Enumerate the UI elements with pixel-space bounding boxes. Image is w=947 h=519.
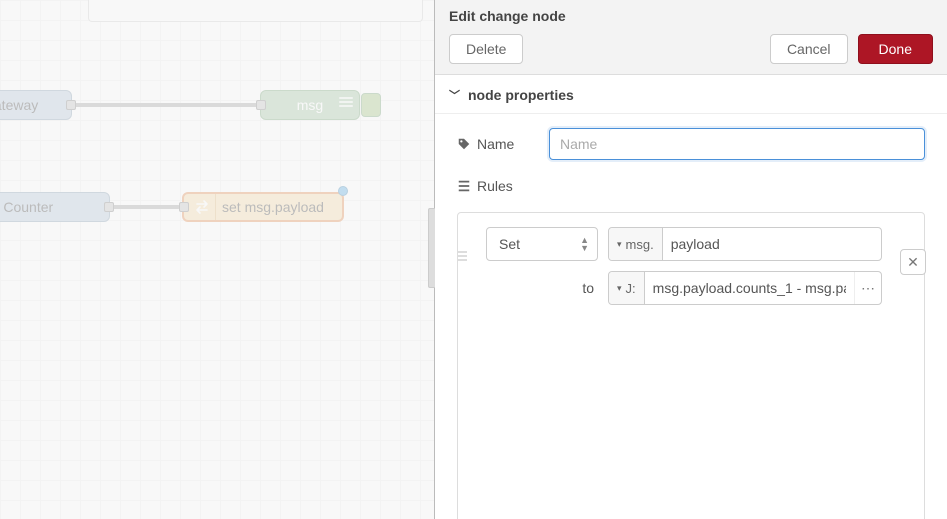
node-debug[interactable]: msg [260, 90, 360, 120]
done-button[interactable]: Done [858, 34, 933, 64]
canvas-top-tab [88, 0, 423, 22]
canvas-grid [0, 0, 434, 519]
to-value-input[interactable] [645, 272, 854, 304]
rule-action-value: Set [499, 236, 520, 252]
tag-icon [457, 137, 471, 151]
accordion-label: node properties [468, 87, 574, 103]
node-port-out[interactable] [66, 100, 76, 110]
node-port-in[interactable] [179, 202, 189, 212]
node-label: msg [297, 97, 323, 113]
node-properties-accordion[interactable]: ﹀ node properties [435, 75, 947, 114]
node-gateway[interactable]: Gateway [0, 90, 72, 120]
node-label: nnel Counter [0, 199, 53, 215]
cancel-button[interactable]: Cancel [770, 34, 848, 64]
rules-row: Rules [457, 178, 925, 194]
change-icon [188, 194, 216, 220]
editor-form: Name Rules Set ▲▼ ▾ [435, 114, 947, 519]
list-icon [457, 179, 471, 193]
name-input[interactable] [549, 128, 925, 160]
flow-canvas[interactable]: Gateway msg nnel Counter set msg.payload [0, 0, 434, 519]
node-link[interactable] [110, 205, 180, 209]
name-row: Name [457, 128, 925, 160]
debug-toggle[interactable] [361, 93, 381, 117]
delete-button[interactable]: Delete [449, 34, 523, 64]
node-port-in[interactable] [256, 100, 266, 110]
rule-to-row: to ▾ J: ⋯ [472, 271, 910, 305]
rules-label: Rules [457, 178, 537, 194]
chevron-down-icon: ﹀ [449, 87, 460, 103]
node-changed-dot [338, 186, 348, 196]
rules-list: Set ▲▼ ▾ msg. to ▾ J: [457, 212, 925, 519]
editor-sidebar: Edit change node Delete Cancel Done ﹀ no… [434, 0, 947, 519]
node-change[interactable]: set msg.payload [182, 192, 344, 222]
sidebar-resize-handle[interactable] [428, 208, 435, 288]
node-counter[interactable]: nnel Counter [0, 192, 110, 222]
rule-action-select[interactable]: Set ▲▼ [486, 227, 598, 261]
rule-to-label: to [486, 280, 598, 296]
caret-down-icon: ▾ [617, 283, 622, 294]
to-type-label: J: [626, 281, 636, 296]
caret-down-icon: ▾ [617, 239, 622, 250]
editor-header: Edit change node Delete Cancel Done [435, 0, 947, 75]
rule-property-row: Set ▲▼ ▾ msg. [472, 227, 910, 261]
name-label: Name [457, 136, 537, 152]
rule-to-input[interactable]: ▾ J: ⋯ [608, 271, 882, 305]
to-type-button[interactable]: ▾ J: [609, 272, 645, 304]
rule-property-input[interactable]: ▾ msg. [608, 227, 882, 261]
node-link[interactable] [72, 103, 260, 107]
node-label: Gateway [0, 97, 38, 113]
select-arrows-icon: ▲▼ [580, 236, 589, 252]
editor-title: Edit change node [449, 8, 933, 24]
node-label: set msg.payload [222, 199, 324, 215]
property-type-button[interactable]: ▾ msg. [609, 228, 663, 260]
property-value-input[interactable] [663, 228, 881, 260]
rule-delete-button[interactable]: ✕ [900, 249, 926, 275]
rule-drag-handle[interactable] [456, 251, 468, 261]
expand-expression-button[interactable]: ⋯ [854, 272, 881, 304]
property-type-label: msg. [626, 237, 654, 252]
node-port-out[interactable] [104, 202, 114, 212]
name-label-text: Name [477, 136, 514, 152]
rules-label-text: Rules [477, 178, 513, 194]
debug-bars-icon [339, 97, 353, 107]
